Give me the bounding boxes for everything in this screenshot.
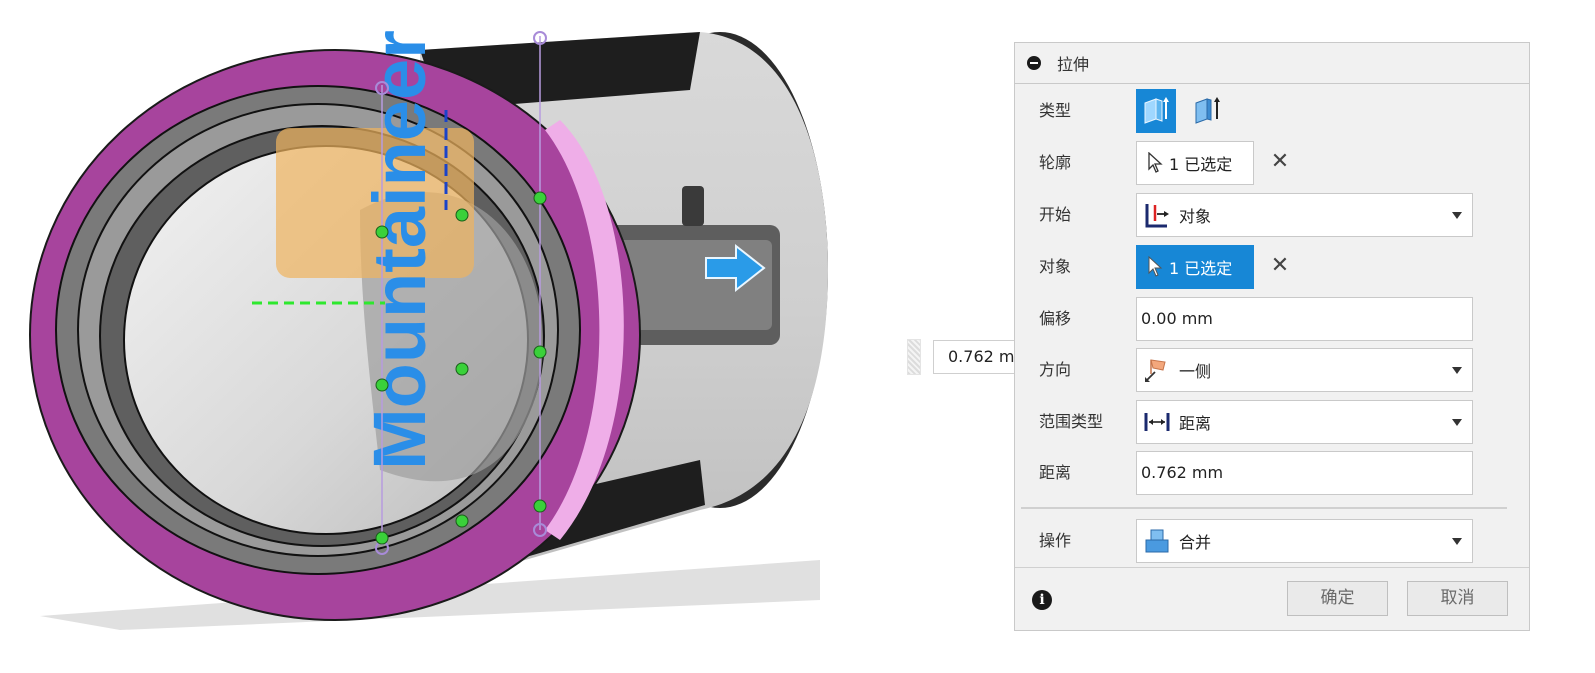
cursor-icon (1147, 152, 1163, 174)
object-select-button[interactable]: 1 已选定 (1136, 245, 1254, 289)
extent-type-value: 距离 (1179, 414, 1212, 433)
offset-input[interactable]: 0.00 mm (1136, 297, 1473, 341)
row-offset: 偏移 0.00 mm (1015, 295, 1529, 343)
clear-profile-close-icon[interactable]: ✕ (1269, 151, 1291, 173)
green-handle[interactable] (375, 531, 389, 545)
model-view[interactable]: Mountaineer (0, 0, 900, 673)
thin-extrude-button[interactable] (1187, 89, 1227, 133)
direction-label: 方向 (1039, 360, 1072, 379)
profile-label: 轮廓 (1039, 153, 1072, 172)
green-handle[interactable] (375, 225, 389, 239)
row-extent-type: 范围类型 距离 (1015, 398, 1529, 446)
green-handle[interactable] (455, 514, 469, 528)
embossed-glyph (682, 186, 704, 226)
row-distance: 距离 0.762 mm (1015, 449, 1529, 497)
start-label: 开始 (1039, 205, 1072, 224)
row-start: 开始 对象 (1015, 191, 1529, 239)
one-side-icon (1143, 356, 1171, 384)
dialog-title: 拉伸 (1057, 55, 1090, 74)
row-operation: 操作 合并 (1015, 517, 1529, 565)
extent-type-dropdown[interactable]: 距离 (1136, 400, 1473, 444)
chevron-down-icon (1452, 212, 1462, 219)
solid-extrude-button[interactable] (1136, 89, 1176, 133)
start-value: 对象 (1179, 207, 1212, 226)
dialog-footer: i 确定 取消 (1015, 567, 1529, 630)
green-handle[interactable] (455, 362, 469, 376)
solid-extrude-icon (1140, 93, 1172, 129)
floating-distance-input[interactable]: 0.762 m (907, 339, 1029, 375)
cancel-button[interactable]: 取消 (1407, 581, 1508, 616)
cursor-icon (1147, 256, 1163, 278)
green-handle[interactable] (533, 191, 547, 205)
info-icon[interactable]: i (1032, 590, 1052, 610)
operation-dropdown[interactable]: 合并 (1136, 519, 1473, 563)
operation-value: 合并 (1179, 533, 1212, 552)
extrude-dialog: 拉伸 类型 轮廓 1 已选定 ✕ 开始 对象 对象 1 已选定 ✕ 偏移 0.0… (1014, 42, 1530, 631)
distance-input[interactable]: 0.762 mm (1136, 451, 1473, 495)
ok-button[interactable]: 确定 (1287, 581, 1388, 616)
profile-value: 1 已选定 (1169, 155, 1233, 174)
start-dropdown[interactable]: 对象 (1136, 193, 1473, 237)
green-handle[interactable] (533, 499, 547, 513)
green-handle[interactable] (375, 378, 389, 392)
distance-icon (1143, 408, 1171, 436)
canvas-viewport[interactable]: Mountaineer (0, 0, 900, 673)
green-handle[interactable] (455, 208, 469, 222)
thin-extrude-icon (1191, 93, 1223, 129)
chevron-down-icon (1452, 367, 1462, 374)
row-type: 类型 (1015, 87, 1529, 135)
object-value: 1 已选定 (1169, 259, 1233, 278)
dialog-header: 拉伸 (1015, 43, 1529, 84)
type-label: 类型 (1039, 101, 1072, 120)
chevron-down-icon (1452, 538, 1462, 545)
divider (1021, 507, 1507, 509)
extrude-preview-text: Mountaineer (358, 30, 441, 470)
distance-label: 距离 (1039, 463, 1072, 482)
start-from-object-icon (1143, 201, 1171, 229)
green-handle[interactable] (533, 345, 547, 359)
chevron-down-icon (1452, 419, 1462, 426)
direction-dropdown[interactable]: 一侧 (1136, 348, 1473, 392)
object-label: 对象 (1039, 257, 1072, 276)
collapse-icon[interactable] (1027, 56, 1041, 70)
drag-grip[interactable] (907, 339, 921, 375)
row-profile: 轮廓 1 已选定 ✕ (1015, 139, 1529, 187)
join-icon (1143, 527, 1171, 555)
extent-type-label: 范围类型 (1039, 412, 1104, 431)
direction-value: 一侧 (1179, 362, 1212, 381)
offset-label: 偏移 (1039, 309, 1072, 328)
operation-label: 操作 (1039, 531, 1072, 550)
clear-object-close-icon[interactable]: ✕ (1269, 255, 1291, 277)
row-object: 对象 1 已选定 ✕ (1015, 243, 1529, 291)
profile-select-button[interactable]: 1 已选定 (1136, 141, 1254, 185)
row-direction: 方向 一侧 (1015, 346, 1529, 394)
